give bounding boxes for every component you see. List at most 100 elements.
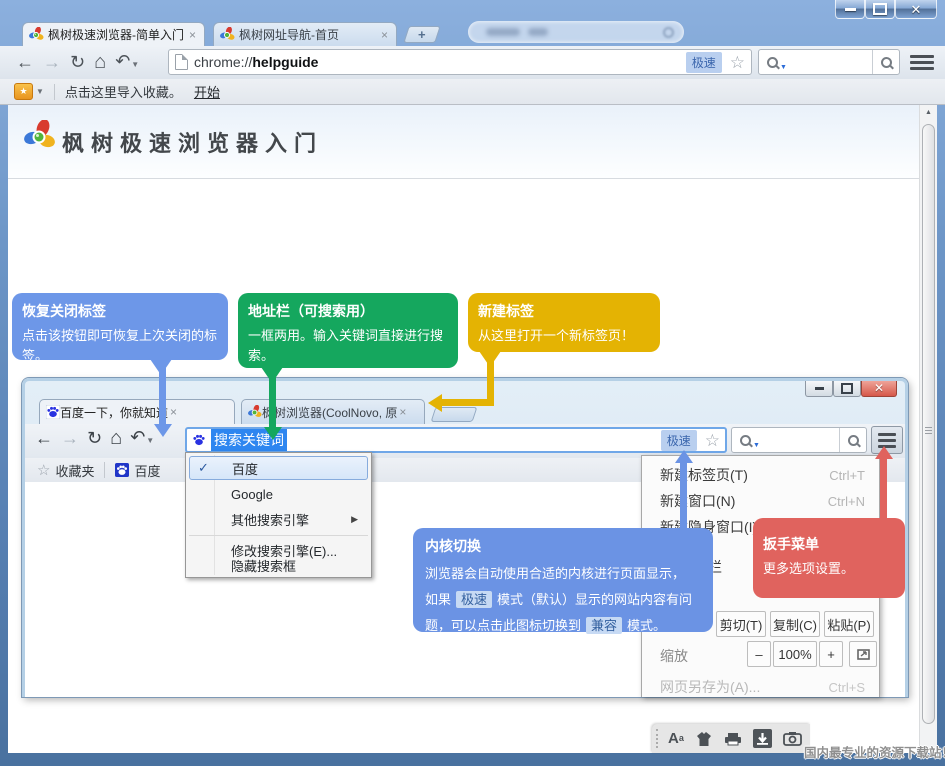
drag-handle[interactable]	[656, 729, 662, 748]
printer-icon	[724, 731, 742, 746]
menu-button[interactable]	[910, 51, 934, 73]
undo-icon: ↶	[115, 51, 130, 71]
bookmark-star-icon[interactable]: ☆	[730, 54, 745, 71]
search-box[interactable]: ▼	[758, 49, 900, 75]
search-icon	[881, 57, 892, 68]
scroll-up-icon[interactable]: ▲	[920, 104, 937, 120]
minimize-button[interactable]	[805, 380, 833, 397]
back-button[interactable]: ←	[35, 429, 53, 447]
menu-item-google[interactable]: Google	[189, 482, 368, 506]
callout-title: 恢复关闭标签	[22, 301, 218, 321]
font-size-button[interactable]: Aa	[668, 731, 684, 746]
menu-item-baidu[interactable]: ✓ 百度	[189, 456, 368, 480]
chevron-down-icon[interactable]: ▼	[36, 87, 44, 96]
import-bookmarks-icon[interactable]: ★	[14, 83, 33, 100]
download-icon	[753, 729, 772, 748]
scrollbar[interactable]: ▲	[919, 104, 937, 753]
minimize-button[interactable]	[835, 0, 865, 19]
home-button[interactable]: ⌂	[94, 52, 106, 72]
search-go-button[interactable]	[872, 50, 899, 74]
restore-tab-button[interactable]: ↶▼	[130, 428, 154, 448]
menu-item-label: 新建窗口(N)	[660, 491, 735, 511]
star-icon: ☆	[37, 463, 50, 478]
bookmark-star-icon[interactable]: ☆	[705, 432, 720, 449]
callout-title: 扳手菜单	[763, 534, 895, 554]
menu-shortcut: Ctrl+S	[829, 680, 865, 695]
menu-item-save-page[interactable]: 网页另存为(A)... Ctrl+S	[642, 674, 879, 700]
divider	[104, 462, 105, 478]
kernel-mode-badge[interactable]: 极速	[661, 430, 697, 451]
print-button[interactable]	[724, 731, 742, 746]
favorites-button[interactable]: 收藏夹	[55, 461, 94, 480]
maximize-button[interactable]	[833, 380, 861, 397]
download-button[interactable]	[753, 729, 772, 748]
callout-line: 如果极速模式（默认）显示的网站内容有问	[425, 587, 701, 613]
start-link[interactable]: 开始	[194, 82, 220, 101]
tab-helpguide[interactable]: 枫树极速浏览器-简单入门 ×	[22, 22, 205, 46]
tab-title: 百度一下，你就知道	[60, 404, 168, 421]
plus-icon: +	[418, 27, 426, 42]
baidu-paw-icon[interactable]	[192, 433, 206, 447]
restore-tab-button[interactable]: ↶▼	[115, 52, 139, 72]
search-go-button[interactable]	[839, 428, 866, 452]
home-button[interactable]: ⌂	[110, 428, 122, 448]
scrollbar-thumb[interactable]	[922, 124, 935, 724]
menu-item-new-tab[interactable]: 新建标签页(T) Ctrl+T	[642, 462, 879, 488]
kernel-mode-badge[interactable]: 极速	[686, 52, 722, 73]
minimize-icon	[815, 387, 824, 390]
cut-button[interactable]: 剪切(T)	[716, 611, 766, 637]
search-icon	[740, 435, 751, 446]
forward-button[interactable]: →	[43, 53, 61, 71]
refresh-button[interactable]: ↻	[87, 429, 102, 447]
maple-logo-icon	[29, 27, 44, 42]
search-box[interactable]: ▼	[731, 427, 867, 453]
callout-body: 点击该按钮即可恢复上次关闭的标签。	[22, 326, 218, 365]
new-tab-button[interactable]: +	[403, 26, 441, 43]
baidu-paw-icon	[46, 405, 60, 419]
bookmark-baidu[interactable]: 百度	[134, 461, 160, 480]
callout-title: 内核切换	[425, 536, 701, 556]
callout-body: 从这里打开一个新标签页！	[478, 326, 650, 346]
close-button[interactable]: ✕	[861, 380, 897, 397]
baidu-paw-icon	[115, 463, 129, 477]
menu-item-hide-searchbox[interactable]: 隐藏搜索框	[189, 553, 368, 577]
tab-close-icon[interactable]: ×	[168, 406, 179, 418]
theme-button[interactable]	[695, 731, 713, 747]
tab-close-icon[interactable]: ×	[397, 406, 408, 418]
callout-body: 一框两用。输入关键词直接进行搜索。	[248, 326, 448, 365]
fullscreen-button[interactable]	[849, 641, 877, 667]
callout-new-tab: 新建标签 从这里打开一个新标签页！	[468, 293, 660, 352]
zoom-in-button[interactable]: +	[819, 641, 843, 667]
address-bar[interactable]: chrome://helpguide 极速 ☆	[168, 49, 752, 75]
window-controls: ✕	[805, 380, 897, 397]
forward-button[interactable]: →	[61, 429, 79, 447]
tab-baidu[interactable]: 百度一下，你就知道 ×	[39, 399, 235, 424]
screenshot-button[interactable]	[783, 731, 802, 746]
callout-line: 题，可以点击此图标切换到兼容模式。	[425, 613, 701, 639]
minimize-icon	[845, 8, 856, 11]
zoom-out-button[interactable]: –	[747, 641, 771, 667]
zoom-label: 缩放	[660, 646, 688, 666]
menu-item-other-engines[interactable]: 其他搜索引擎 ▶	[189, 507, 368, 531]
close-icon: ✕	[874, 381, 884, 395]
tab-close-icon[interactable]: ×	[187, 29, 198, 41]
browser-toolbar: ← → ↻ ⌂ ↶▼ chrome://helpguide 极速 ☆ ▼	[0, 46, 945, 79]
maximize-icon	[841, 383, 853, 394]
back-button[interactable]: ←	[16, 53, 34, 71]
tab-navigation-home[interactable]: 枫树网址导航-首页 ×	[213, 22, 397, 46]
tab-title: 枫树网址导航-首页	[239, 26, 375, 43]
import-bookmarks-hint: 点击这里导入收藏。	[65, 82, 182, 101]
chevron-down-icon: ▼	[146, 436, 154, 445]
paste-button[interactable]: 粘贴(P)	[824, 611, 874, 637]
close-button[interactable]: ✕	[895, 0, 937, 19]
shirt-icon	[695, 731, 713, 747]
search-engine-menu: ✓ 百度 Google 其他搜索引擎 ▶ 修改搜索引擎(E)... 隐藏搜索框	[185, 452, 372, 578]
menu-item-label: Google	[231, 487, 273, 502]
refresh-button[interactable]: ↻	[70, 53, 85, 71]
callout-title: 新建标签	[478, 301, 650, 321]
menu-item-new-window[interactable]: 新建窗口(N) Ctrl+N	[642, 488, 879, 514]
tab-close-icon[interactable]: ×	[379, 29, 390, 41]
maximize-button[interactable]	[865, 0, 895, 19]
copy-button[interactable]: 复制(C)	[770, 611, 820, 637]
chevron-down-icon: ▼	[780, 64, 787, 71]
